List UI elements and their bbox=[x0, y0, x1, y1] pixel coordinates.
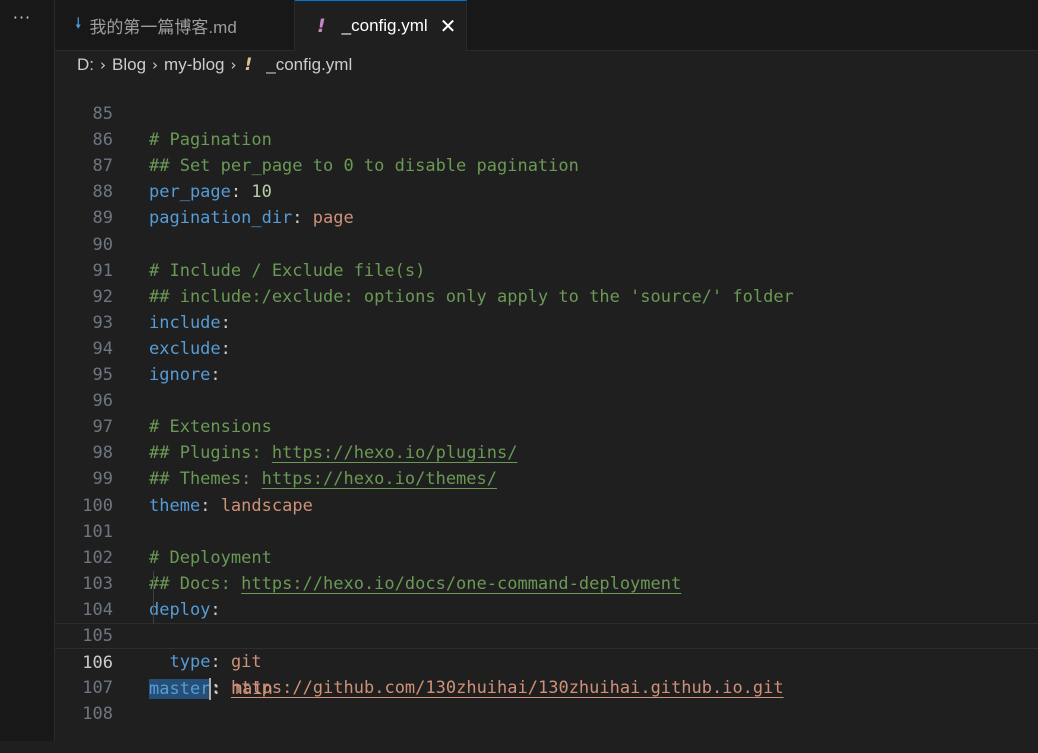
code-line: 89 bbox=[55, 179, 1038, 228]
code-line: 90 # Include / Exclude file(s) bbox=[55, 205, 1038, 281]
indent-guide bbox=[153, 596, 154, 623]
tab-label: _config.yml bbox=[341, 16, 428, 35]
code-editor[interactable]: 85 # Pagination 86 ## Set per_page to 0 … bbox=[55, 75, 1038, 741]
yaml-exclamation-icon: ! bbox=[317, 15, 326, 37]
code-line: 107 bbox=[55, 649, 1038, 698]
breadcrumb-drive[interactable]: D: bbox=[77, 55, 94, 75]
more-actions-icon[interactable]: ··· bbox=[0, 8, 44, 27]
close-icon[interactable]: ✕ bbox=[440, 14, 457, 38]
code-line: 103 deploy: bbox=[55, 545, 1038, 620]
tab-config-yml[interactable]: ! _config.yml ✕ bbox=[295, 0, 467, 51]
code-line: 105 repo: https://github.com/130zhuihai/… bbox=[55, 596, 1038, 698]
code-line: 93 exclude: bbox=[55, 284, 1038, 359]
code-line: 108 bbox=[55, 675, 1038, 724]
code-line: 87 per_page: 10 bbox=[55, 127, 1038, 202]
code-line: 100 bbox=[55, 466, 1038, 516]
yaml-file-icon: ! bbox=[244, 55, 253, 75]
markdown-download-icon: 🠗 bbox=[75, 13, 82, 32]
breadcrumb-folder-my-blog[interactable]: my-blog bbox=[164, 55, 224, 75]
code-line: 94 ignore: bbox=[55, 310, 1038, 385]
current-line: 106 master: main bbox=[55, 622, 1038, 701]
line-number: 108 bbox=[82, 704, 113, 725]
code-line: 91 ## include:/exclude: options only app… bbox=[55, 232, 1038, 307]
tab-label: 我的第一篇博客.md bbox=[89, 17, 237, 37]
indent-guide bbox=[153, 570, 154, 597]
breadcrumb-file[interactable]: _config.yml bbox=[266, 55, 352, 75]
chevron-right-icon: › bbox=[152, 56, 159, 74]
chevron-right-icon: › bbox=[100, 56, 106, 74]
code-line: 92 include: bbox=[55, 258, 1038, 333]
tab-bar: 🠗 我的第一篇博客.md ! _config.yml ✕ bbox=[55, 0, 1038, 51]
code-line: 86 ## Set per_page to 0 to disable pagin… bbox=[55, 101, 1038, 176]
code-line: 98 ## Themes: https://hexo.io/themes/ bbox=[55, 414, 1038, 489]
tab-blog-post-md[interactable]: 🠗 我的第一篇博客.md bbox=[55, 0, 295, 50]
code-line: 85 # Pagination bbox=[55, 75, 1038, 150]
code-line: 101 # Deployment bbox=[55, 493, 1038, 568]
code-line: 99 theme: landscape bbox=[55, 440, 1038, 515]
code-line: 95 bbox=[55, 336, 1038, 385]
chevron-right-icon: › bbox=[230, 56, 237, 74]
code-line: 102 ## Docs: https://hexo.io/docs/one-co… bbox=[55, 519, 1038, 594]
code-line: 88 pagination_dir: page bbox=[55, 153, 1038, 228]
activity-bar: ··· bbox=[0, 0, 55, 741]
breadcrumb-folder-blog[interactable]: Blog bbox=[112, 55, 146, 75]
code-line: 97 ## Plugins: https://hexo.io/plugins/ bbox=[55, 388, 1038, 463]
code-line: 96 # Extensions bbox=[55, 362, 1038, 437]
code-line: 104 type: git bbox=[55, 570, 1038, 672]
